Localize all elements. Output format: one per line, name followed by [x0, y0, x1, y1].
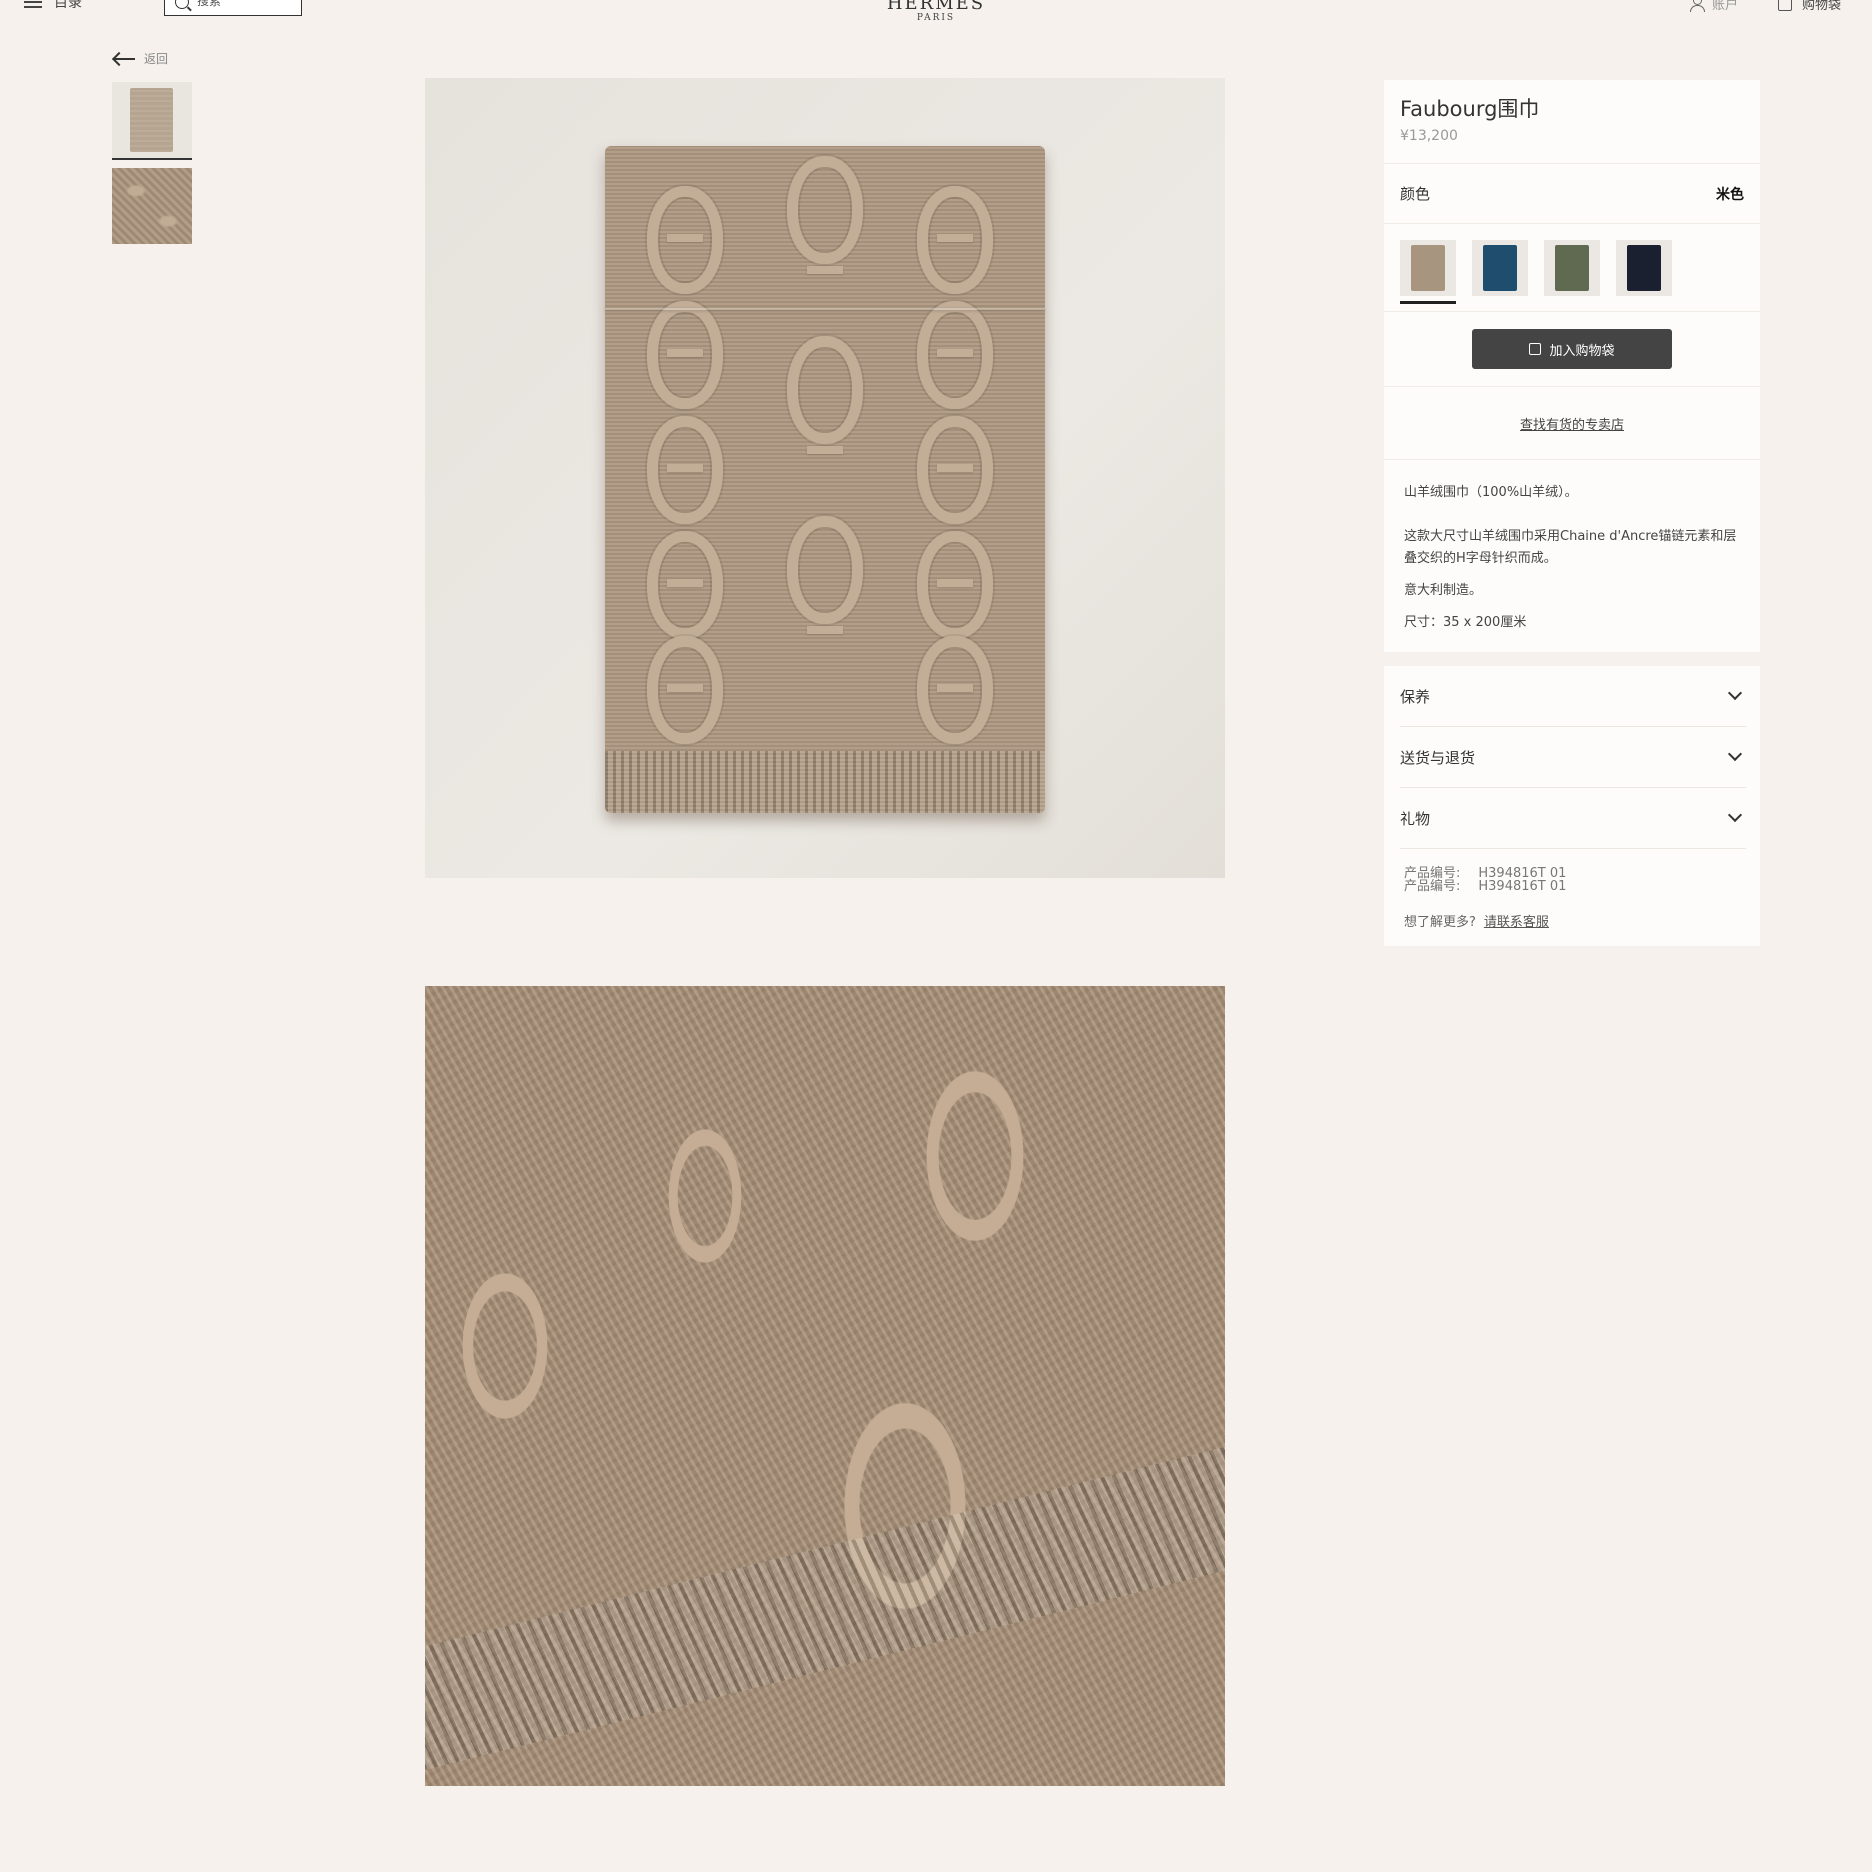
color-swatches: [1384, 224, 1760, 312]
description-size: 尺寸：35 x 200厘米: [1404, 615, 1527, 630]
product-image-closeup[interactable]: [425, 986, 1225, 1786]
swatch-beige[interactable]: [1400, 240, 1456, 304]
description-material: 山羊绒围巾（100%山羊绒）。: [1404, 485, 1578, 500]
site-header: 目录 HERMES PARIS 账户 购物袋: [0, 0, 1872, 30]
product-title: Faubourg围巾: [1400, 97, 1540, 121]
color-value: 米色: [1716, 186, 1744, 203]
cart-section: 加入购物袋: [1384, 312, 1760, 387]
find-store-link[interactable]: 查找有货的专卖店: [1520, 414, 1624, 433]
sku-value: H394816T 01: [1478, 879, 1567, 894]
account-link[interactable]: 账户: [1690, 0, 1738, 13]
cable-pattern: [779, 156, 871, 746]
accordion-label: 保养: [1400, 687, 1431, 706]
shopping-bag-link[interactable]: 购物袋: [1778, 0, 1841, 13]
accordion-gift[interactable]: 礼物: [1400, 788, 1746, 849]
logo-city: PARIS: [916, 13, 956, 23]
bag-icon: [1778, 0, 1792, 11]
bag-icon: [1529, 343, 1542, 355]
logo-brand: HERMES: [886, 0, 986, 14]
swatch-blue[interactable]: [1472, 240, 1528, 296]
brand-logo[interactable]: HERMES PARIS: [0, 0, 1872, 24]
chevron-down-icon: [1727, 685, 1743, 701]
bag-label: 购物袋: [1802, 0, 1842, 13]
account-label: 账户: [1712, 0, 1739, 13]
store-section: 查找有货的专卖店: [1384, 387, 1760, 460]
color-label: 颜色: [1400, 185, 1431, 203]
color-row: 颜色 米色: [1384, 164, 1760, 224]
accordion-care[interactable]: 保养: [1400, 666, 1746, 727]
arrow-left-icon: [112, 52, 136, 66]
swatch-navy[interactable]: [1616, 240, 1672, 296]
description-origin: 意大利制造。: [1404, 583, 1483, 598]
sku-label: 产品编号:: [1404, 879, 1461, 894]
back-link[interactable]: 返回: [112, 50, 168, 67]
scarf-image: [605, 146, 1045, 813]
swatch-green[interactable]: [1544, 240, 1600, 296]
description-details: 这款大尺寸山羊绒围巾采用Chaine d'Ancre锚链元素和层叠交织的H字母针…: [1404, 529, 1737, 566]
ribbing-detail: [425, 1438, 1225, 1774]
accordion-label: 送货与退货: [1400, 748, 1476, 767]
back-label: 返回: [144, 52, 169, 66]
product-header: Faubourg围巾 ¥13,200: [1384, 80, 1760, 164]
scarf-fold: [605, 308, 1045, 310]
help-row: 想了解更多? 请联系客服: [1384, 893, 1760, 930]
chevron-down-icon: [1727, 746, 1743, 762]
contact-service-link[interactable]: 请联系客服: [1484, 911, 1549, 930]
sku-info: 产品编号: H394816T 01 产品编号: H394816T 01: [1384, 849, 1760, 893]
scarf-ribbing: [605, 751, 1045, 813]
accordion-label: 礼物: [1400, 809, 1431, 828]
product-extra-panel: 保养 送货与退货 礼物 产品编号: H394816T 01 产品编号: H394…: [1384, 666, 1760, 946]
product-image-main[interactable]: [425, 78, 1225, 878]
product-price: ¥13,200: [1400, 128, 1458, 144]
thumbnail-scarf-image: [130, 88, 173, 152]
thumbnail-1[interactable]: [112, 82, 192, 160]
cable-pattern: [909, 156, 1001, 746]
product-info-panel: Faubourg围巾 ¥13,200 颜色 米色 加入购物袋 查找有货的专卖店 …: [1384, 80, 1760, 652]
user-icon: [1690, 0, 1705, 12]
cable-pattern: [639, 156, 731, 746]
product-description: 山羊绒围巾（100%山羊绒）。 这款大尺寸山羊绒围巾采用Chaine d'Anc…: [1384, 460, 1760, 634]
help-text: 想了解更多?: [1404, 915, 1476, 930]
add-to-cart-button[interactable]: 加入购物袋: [1472, 329, 1672, 369]
thumbnail-2[interactable]: [112, 168, 192, 244]
chevron-down-icon: [1727, 807, 1743, 823]
accordion-shipping[interactable]: 送货与退货: [1400, 727, 1746, 788]
knit-closeup-image: [425, 986, 1225, 1786]
add-to-cart-label: 加入购物袋: [1549, 343, 1615, 359]
